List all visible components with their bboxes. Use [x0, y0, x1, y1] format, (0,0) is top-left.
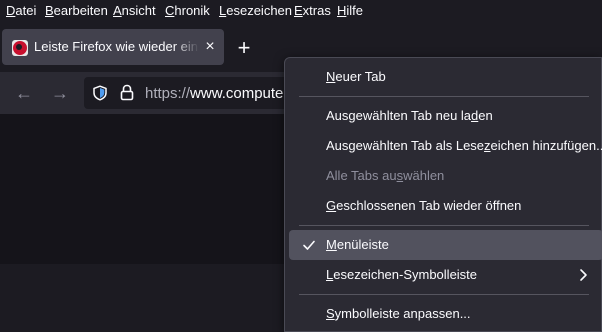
menu-item-label: Menüleiste	[326, 237, 389, 252]
menu-ansicht-accesskey: A	[113, 3, 122, 18]
menu-lesezeichen[interactable]: Lesezeichen	[219, 3, 292, 18]
menu-bar: Datei Bearbeiten Ansicht Chronik Lesezei…	[0, 0, 602, 22]
menu-item-label: Neuer Tab	[326, 69, 386, 84]
menu-extras-accesskey: E	[294, 3, 303, 18]
menu-item-label: Symbolleiste anpassen...	[326, 306, 471, 321]
menu-item-geschlossenen-tab-oeffnen[interactable]: Geschlossenen Tab wieder öffnen	[289, 191, 602, 221]
menu-item-symbolleiste-anpassen[interactable]: Symbolleiste anpassen...	[289, 299, 602, 329]
menu-hilfe-accesskey: H	[337, 3, 347, 18]
menu-separator	[299, 96, 589, 97]
forward-button[interactable]: →	[49, 82, 71, 104]
tab-close-icon[interactable]: ×	[201, 38, 219, 56]
menu-item-label: Ausgewählten Tab neu laden	[326, 108, 493, 123]
menu-hilfe[interactable]: Hilfe	[337, 3, 363, 18]
menu-item-label: Alle Tabs auswählen	[326, 168, 445, 183]
menu-hilfe-label: ilfe	[346, 3, 364, 18]
menu-item-neuer-tab[interactable]: Neuer Tab	[289, 62, 602, 92]
menu-datei-label: atei	[15, 3, 37, 18]
menu-bearbeiten[interactable]: Bearbeiten	[45, 3, 108, 18]
menu-ansicht-label: nsicht	[121, 3, 156, 18]
menu-item-lesezeichen-symbolleiste[interactable]: Lesezeichen-Symbolleiste	[289, 260, 602, 290]
tab-active[interactable]: Leiste Firefox wie wieder einstellen ×	[2, 29, 224, 65]
menu-item-tab-als-lesezeichen[interactable]: Ausgewählten Tab als Lesezeichen hinzufü…	[289, 131, 602, 161]
menu-chronik[interactable]: Chronik	[165, 3, 210, 18]
menu-item-tab-neu-laden[interactable]: Ausgewählten Tab neu laden	[289, 101, 602, 131]
menu-bearbeiten-accesskey: B	[45, 3, 54, 18]
menu-lesezeichen-label: esezeichen	[226, 3, 293, 18]
url-protocol: https://	[145, 85, 191, 102]
menu-item-label: Lesezeichen-Symbolleiste	[326, 267, 478, 282]
menu-item-label: Geschlossenen Tab wieder öffnen	[326, 198, 522, 213]
menu-bearbeiten-label: earbeiten	[53, 3, 108, 18]
menu-separator	[299, 225, 589, 226]
menu-ansicht[interactable]: Ansicht	[113, 3, 156, 18]
new-tab-button[interactable]: +	[234, 37, 254, 59]
menu-item-menueleiste[interactable]: Menüleiste	[289, 230, 602, 260]
menu-separator	[299, 294, 589, 295]
chevron-right-icon	[580, 269, 587, 281]
site-favicon-icon	[12, 40, 28, 56]
checkmark-icon	[303, 240, 315, 250]
menu-chronik-accesskey: C	[165, 3, 175, 18]
menu-datei-accesskey: D	[6, 3, 16, 18]
menu-chronik-label: hronik	[174, 3, 210, 18]
tab-title: Leiste Firefox wie wieder einstellen	[34, 39, 199, 54]
menu-extras[interactable]: Extras	[294, 3, 331, 18]
tracking-protection-shield-icon[interactable]	[92, 85, 108, 101]
menu-extras-label: xtras	[302, 3, 331, 18]
lock-icon[interactable]	[120, 84, 134, 101]
back-button[interactable]: ←	[13, 82, 35, 104]
menu-datei[interactable]: Datei	[6, 3, 36, 18]
tab-context-menu: Neuer Tab Ausgewählten Tab neu laden Aus…	[284, 57, 602, 332]
menu-item-alle-tabs-auswaehlen: Alle Tabs auswählen	[289, 161, 602, 191]
menu-item-label: Ausgewählten Tab als Lesezeichen hinzufü…	[326, 138, 602, 153]
